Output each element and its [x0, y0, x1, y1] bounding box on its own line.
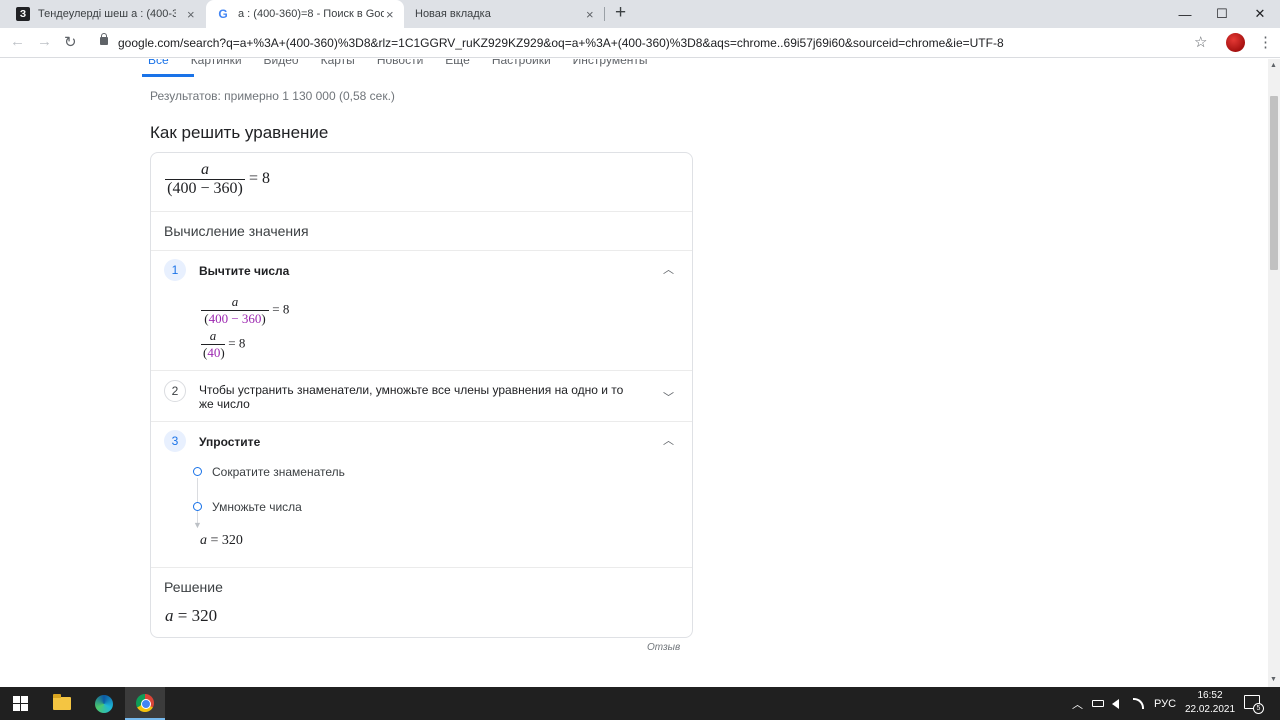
- tab-tendeulerdi[interactable]: З Тендеулерді шеш а : (400-360)=8 ×: [8, 0, 204, 28]
- address-bar[interactable]: google.com/search?q=a+%3A+(400-360)%3D8&…: [118, 36, 1178, 50]
- tab-separator: [604, 7, 605, 21]
- active-tab-indicator: [142, 74, 194, 77]
- tab-title: а : (400-360)=8 - Поиск в Google: [238, 8, 384, 20]
- solution-equation: a = 320: [165, 606, 218, 625]
- scroll-down-icon[interactable]: ▼: [1270, 676, 1277, 683]
- start-button[interactable]: [0, 687, 40, 720]
- google-favicon-icon: G: [218, 7, 228, 21]
- network-icon[interactable]: [1133, 687, 1144, 720]
- bookmark-star-icon[interactable]: ☆: [1194, 33, 1207, 51]
- folder-icon: [53, 694, 71, 710]
- windows-taskbar: ︿ РУС 16:52 22.02.2021 5: [0, 687, 1280, 720]
- search-tab-settings[interactable]: Настройки: [492, 59, 551, 67]
- step-title: Упростите: [199, 435, 261, 449]
- clock-date: 22.02.2021: [1184, 704, 1236, 715]
- divider: [151, 211, 692, 212]
- substep-label[interactable]: Умножьте числа: [212, 500, 302, 514]
- site-favicon-icon: З: [16, 7, 30, 21]
- step-1-equation-1: a (400 − 360) = 8: [201, 294, 289, 327]
- divider: [151, 567, 692, 568]
- substep-dot-icon: [193, 502, 202, 511]
- step-title: Вычтите числа: [199, 264, 290, 278]
- step-number: 3: [164, 430, 186, 452]
- new-tab-button[interactable]: +: [615, 3, 626, 23]
- divider: [151, 250, 692, 251]
- result-stats: Результатов: примерно 1 130 000 (0,58 се…: [150, 89, 395, 103]
- lock-icon[interactable]: [100, 33, 108, 45]
- solution-title: Решение: [164, 579, 223, 595]
- page-scrollbar[interactable]: ▲ ▼: [1268, 59, 1280, 687]
- step-number: 2: [164, 380, 186, 402]
- volume-icon[interactable]: [1112, 687, 1119, 720]
- page-content: Все Картинки Видео Карты Новости Ещё Нас…: [0, 59, 1268, 687]
- arrow-down-icon: ▼: [193, 520, 202, 530]
- search-tab-news[interactable]: Новости: [377, 59, 423, 67]
- search-tab-maps[interactable]: Карты: [321, 59, 355, 67]
- calc-title: Вычисление значения: [164, 223, 309, 239]
- browser-menu-icon[interactable]: ⋮: [1258, 33, 1273, 51]
- language-indicator[interactable]: РУС: [1154, 687, 1176, 720]
- chrome-button[interactable]: [125, 687, 165, 720]
- search-tab-all[interactable]: Все: [148, 59, 169, 67]
- search-tab-tools[interactable]: Инструменты: [573, 59, 648, 67]
- feedback-link[interactable]: Отзыв: [647, 642, 680, 653]
- tab-google-search[interactable]: G а : (400-360)=8 - Поиск в Google ×: [206, 0, 404, 28]
- search-tab-more[interactable]: Ещё: [445, 59, 470, 67]
- notification-count-badge: 5: [1253, 703, 1264, 714]
- close-window-button[interactable]: ✕: [1240, 0, 1280, 28]
- search-tab-video[interactable]: Видео: [264, 59, 299, 67]
- equation-solver-card: a (400 − 360) = 8 Вычисление значения 1 …: [150, 152, 693, 638]
- profile-avatar[interactable]: [1226, 33, 1245, 52]
- search-tabs-bar: Все Картинки Видео Карты Новости Ещё Нас…: [148, 59, 670, 67]
- substep-dot-icon: [193, 467, 202, 476]
- scrollbar-thumb[interactable]: [1270, 96, 1278, 270]
- tab-title: Новая вкладка: [415, 8, 491, 20]
- battery-icon[interactable]: [1092, 687, 1104, 720]
- close-tab-icon[interactable]: ×: [187, 7, 195, 22]
- search-tab-images[interactable]: Картинки: [191, 59, 242, 67]
- step-3-result: a = 320: [200, 533, 243, 548]
- minimize-button[interactable]: —: [1165, 0, 1205, 28]
- maximize-button[interactable]: ☐: [1202, 0, 1242, 28]
- close-tab-icon[interactable]: ×: [586, 7, 594, 22]
- clock-time: 16:52: [1197, 690, 1223, 701]
- forward-button[interactable]: →: [37, 33, 52, 50]
- step-number: 1: [164, 259, 186, 281]
- edge-button[interactable]: [84, 687, 124, 720]
- solver-title: Как решить уравнение: [150, 123, 329, 142]
- browser-tab-strip: З Тендеулерді шеш а : (400-360)=8 × G а …: [0, 0, 1280, 28]
- tab-new-tab[interactable]: Новая вкладка ×: [404, 0, 604, 28]
- edge-icon: [95, 694, 113, 713]
- chrome-icon: [136, 693, 154, 712]
- substep-timeline: [197, 478, 198, 524]
- step-title: Чтобы устранить знаменатели, умножьте вс…: [199, 383, 624, 411]
- browser-toolbar: ← → ↻ google.com/search?q=a+%3A+(400-360…: [0, 28, 1280, 58]
- divider: [151, 370, 692, 371]
- substep-label[interactable]: Сократите знаменатель: [212, 465, 345, 479]
- chevron-down-icon[interactable]: ﹀: [663, 389, 674, 405]
- clock[interactable]: 16:52 22.02.2021: [1180, 689, 1240, 717]
- file-explorer-button[interactable]: [42, 687, 82, 720]
- main-equation: a (400 − 360) = 8: [165, 161, 270, 198]
- windows-logo-icon: [12, 696, 28, 711]
- divider: [151, 421, 692, 422]
- scroll-up-icon[interactable]: ▲: [1270, 62, 1277, 69]
- chevron-up-icon[interactable]: ︿: [663, 261, 674, 277]
- back-button[interactable]: ←: [10, 33, 25, 50]
- step-1-equation-2: a (40) = 8: [201, 328, 246, 360]
- close-tab-icon[interactable]: ×: [386, 7, 394, 22]
- reload-button[interactable]: ↻: [64, 33, 77, 51]
- tab-title: Тендеулерді шеш а : (400-360)=8: [38, 8, 176, 20]
- chevron-up-icon[interactable]: ︿: [663, 432, 674, 448]
- tray-overflow-icon[interactable]: ︿: [1072, 687, 1083, 720]
